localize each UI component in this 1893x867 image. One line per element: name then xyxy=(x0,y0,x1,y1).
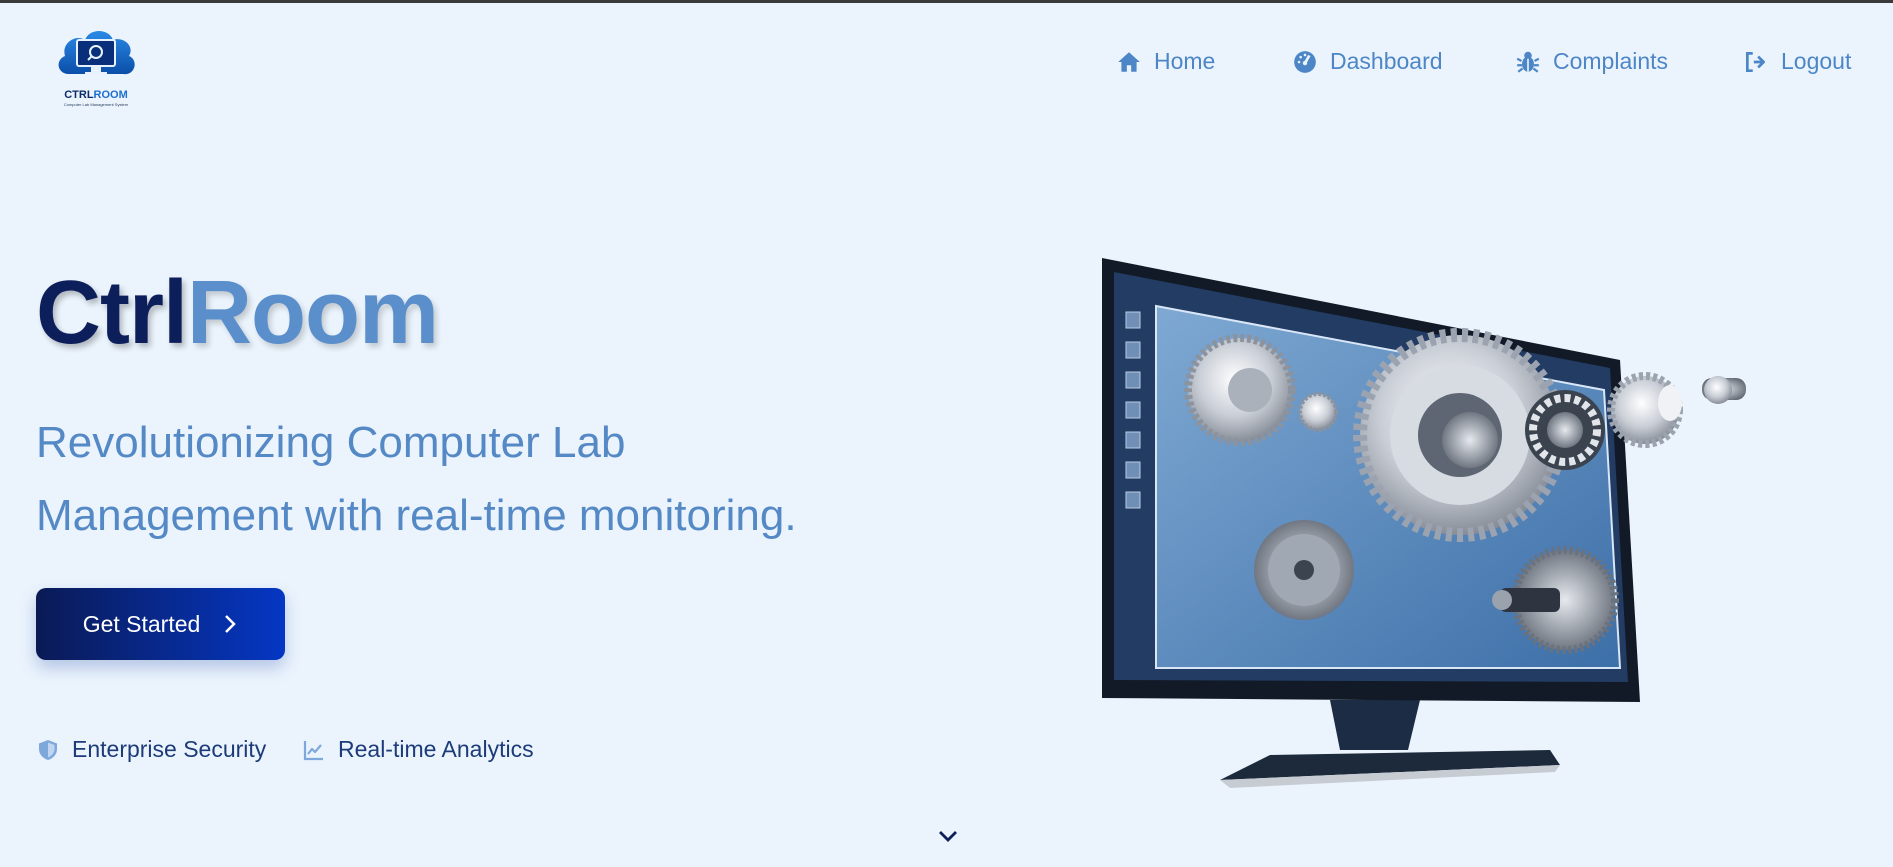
get-started-button[interactable]: Get Started xyxy=(36,588,285,660)
feature-security-label: Enterprise Security xyxy=(72,736,267,762)
top-border xyxy=(0,0,1893,3)
bug-icon xyxy=(1516,51,1540,73)
nav-dashboard[interactable]: Dashboard xyxy=(1292,48,1443,75)
hero-title: CtrlRoom xyxy=(36,268,439,358)
shield-icon xyxy=(39,739,57,760)
nav-dashboard-label: Dashboard xyxy=(1330,48,1443,74)
logo-subtitle: Computer Lab Management System xyxy=(63,102,129,107)
hero-title-room: Room xyxy=(187,263,439,363)
nav-logout[interactable]: Logout xyxy=(1743,48,1851,75)
chevron-right-icon xyxy=(225,615,237,633)
tagline-line-2: Management with real-time monitoring. xyxy=(36,491,797,540)
hero-title-ctrl: Ctrl xyxy=(36,263,188,363)
nav-complaints-label: Complaints xyxy=(1553,48,1669,74)
tachometer-icon xyxy=(1294,50,1316,73)
brand-logo[interactable]: CTRLROOM Computer Lab Management System xyxy=(55,24,137,108)
hero-tagline: Revolutionizing Computer Lab Management … xyxy=(36,406,936,552)
get-started-label: Get Started xyxy=(82,610,201,637)
chart-line-icon xyxy=(303,740,323,760)
monitor-gears-illustration xyxy=(1102,258,1746,788)
logo-wordmark: CTRLROOM xyxy=(64,89,128,101)
tagline-line-1: Revolutionizing Computer Lab xyxy=(36,418,626,467)
nav-complaints[interactable]: Complaints xyxy=(1515,48,1668,75)
feature-enterprise-security: Enterprise Security xyxy=(36,736,266,763)
logout-icon xyxy=(1745,51,1765,72)
nav-home-label: Home xyxy=(1154,48,1216,74)
nav-logout-label: Logout xyxy=(1781,48,1852,74)
home-icon xyxy=(1118,51,1140,72)
feature-analytics-label: Real-time Analytics xyxy=(338,736,534,762)
scroll-down-chevron-icon[interactable] xyxy=(937,828,959,844)
nav-home[interactable]: Home xyxy=(1116,48,1215,75)
monitor-logo-icon xyxy=(58,31,135,75)
feature-realtime-analytics: Real-time Analytics xyxy=(302,736,534,763)
